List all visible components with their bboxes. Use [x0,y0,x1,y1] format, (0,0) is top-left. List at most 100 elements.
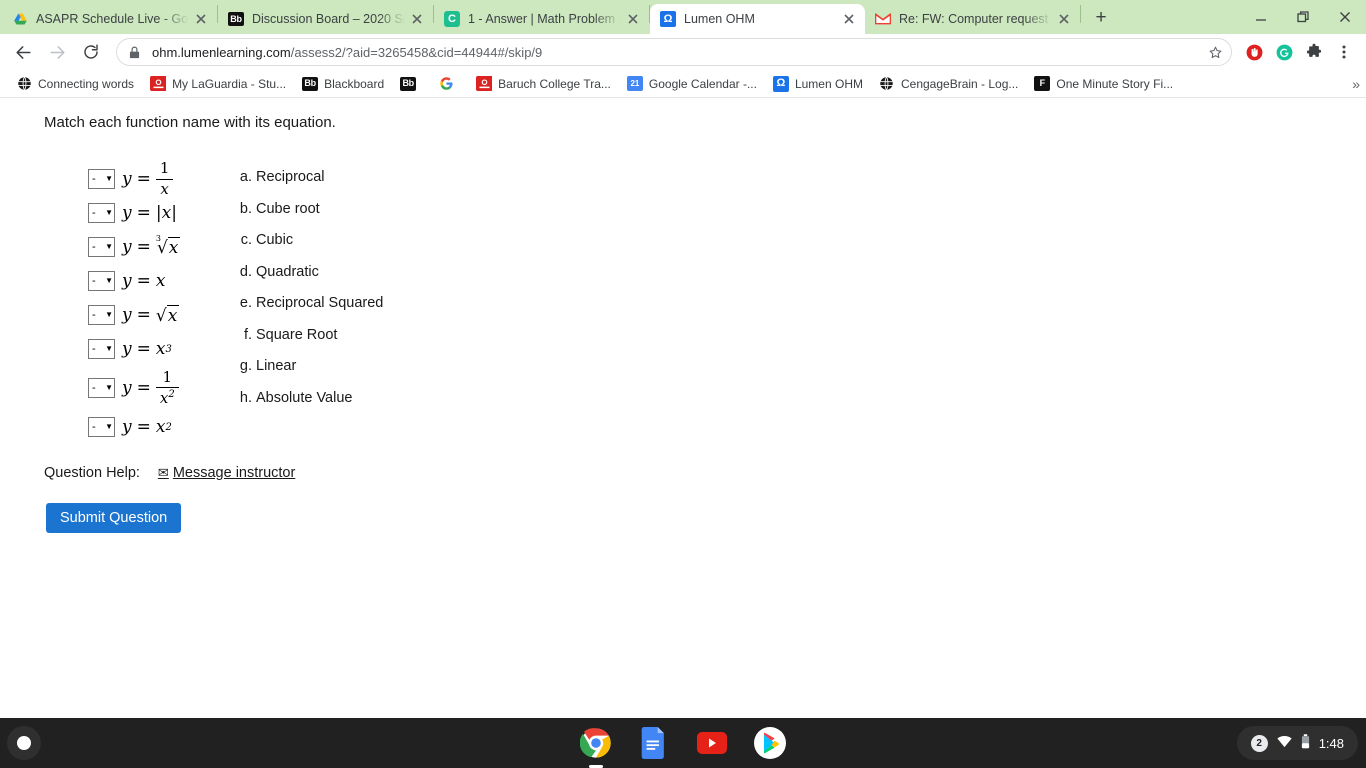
tab-title: Lumen OHM [684,12,755,26]
play-store-icon[interactable] [752,725,788,761]
laguardia-icon [150,76,167,91]
eq-lhs: y [122,237,132,257]
maximize-restore-icon[interactable] [1282,0,1324,34]
options-column: a. Reciprocal b. Cube root c. Cubic d. Q… [190,163,383,445]
chevron-down-icon: ▼ [105,276,113,285]
option-letter: f. [243,326,252,343]
extensions-puzzle-icon[interactable] [1300,38,1328,66]
submit-question-button[interactable]: Submit Question [46,503,182,533]
chevron-down-icon: ▼ [105,344,113,353]
close-icon[interactable] [1056,11,1072,27]
bookmark-google[interactable] [430,72,468,96]
bookmark-label: Connecting words [38,76,135,91]
close-icon[interactable] [193,11,209,27]
match-select-2[interactable]: - ▼ [88,237,115,257]
select-value: - [92,308,96,321]
equation-2: y = 3 √x [122,234,181,258]
bookmark-label: Blackboard [324,76,385,91]
message-instructor-label: Message instructor [172,465,296,481]
address-bar[interactable]: ohm.lumenlearning.com/assess2/?aid=32654… [116,38,1232,66]
chevron-down-icon: ▼ [105,174,113,183]
system-tray[interactable]: 2 1:48 [1236,726,1358,760]
chrome-menu-icon[interactable] [1330,38,1358,66]
match-select-5[interactable]: - ▼ [88,339,115,359]
blackboard-icon: Bb [228,12,244,26]
bookmarks-bar: Connecting words My LaGuardia - Stu... B… [0,70,1366,98]
option-h: h. Absolute Value [236,390,383,422]
launcher-dot [17,736,31,750]
bookmark-label: Lumen OHM [794,76,863,91]
match-row-5: - ▼ y = x3 [88,333,190,365]
close-icon[interactable] [841,11,857,27]
bookmark-cengagebrain[interactable]: CengageBrain - Log... [871,72,1026,96]
eq-op: = [136,203,151,223]
bookmark-blackboard-2[interactable]: Bb [392,72,430,96]
chromeos-shelf: 2 1:48 [0,718,1366,768]
star-icon[interactable] [1201,39,1229,65]
bookmark-connecting-words[interactable]: Connecting words [8,72,142,96]
chevron-down-icon: ▼ [105,242,113,251]
match-select-0[interactable]: - ▼ [88,169,115,189]
clock-time: 1:48 [1318,735,1344,751]
bookmark-google-calendar[interactable]: 21 Google Calendar -... [619,72,765,96]
eq-op: = [136,417,151,437]
adblock-icon[interactable] [1240,38,1268,66]
bookmark-label: Baruch College Tra... [498,76,611,91]
browser-tab-3-active[interactable]: Ω Lumen OHM [650,4,865,34]
browser-tab-4[interactable]: Re: FW: Computer request #233 [865,4,1080,34]
match-row-1: - ▼ y = | x | [88,197,190,229]
close-icon[interactable] [409,11,425,27]
minimize-icon[interactable] [1240,0,1282,34]
bookmarks-overflow-icon[interactable]: » [1352,76,1360,92]
match-row-0: - ▼ y = 1 x [88,159,190,197]
tab-title: Discussion Board – 2020 Spring [252,12,405,26]
equation-5: y = x3 [122,339,172,359]
match-select-1[interactable]: - ▼ [88,203,115,223]
grammarly-icon[interactable] [1270,38,1298,66]
match-select-3[interactable]: - ▼ [88,271,115,291]
reload-button[interactable] [76,37,106,67]
browser-tab-strip: ASAPR Schedule Live - Google D Bb Discus… [0,0,1366,34]
forward-button[interactable] [42,37,72,67]
message-instructor-link[interactable]: ✉ Message instructor [158,465,295,481]
eq-inner: x [167,237,181,258]
chevron-down-icon: ▼ [105,383,113,392]
match-select-7[interactable]: - ▼ [88,417,115,437]
url-domain: ohm.lumenlearning.com [152,44,291,60]
close-icon[interactable] [625,11,641,27]
bookmark-my-laguardia[interactable]: My LaGuardia - Stu... [142,72,294,96]
eq-radical: 3 √x [156,234,181,258]
select-value: - [92,381,96,394]
option-f: f. Square Root [236,327,383,359]
globe-icon [879,76,895,92]
browser-tab-0[interactable]: ASAPR Schedule Live - Google D [2,4,217,34]
browser-tab-1[interactable]: Bb Discussion Board – 2020 Spring [218,4,433,34]
eq-inner: x [161,203,172,223]
question-prompt: Match each function name with its equati… [44,114,336,131]
tab-separator [1080,5,1081,23]
new-tab-button[interactable]: + [1087,4,1115,32]
bookmark-lumen-ohm[interactable]: Ω Lumen OHM [765,72,871,96]
youtube-icon[interactable] [694,725,730,761]
eq-op: = [136,339,151,359]
google-docs-icon[interactable] [636,725,672,761]
back-button[interactable] [8,37,38,67]
close-window-icon[interactable] [1324,0,1366,34]
eq-op: = [136,237,151,257]
select-value: - [92,274,96,287]
match-select-4[interactable]: - ▼ [88,305,115,325]
eq-denominator: x2 [156,389,179,407]
bookmark-blackboard[interactable]: Bb Blackboard [294,72,392,96]
chrome-icon[interactable] [578,725,614,761]
browser-tab-2[interactable]: C 1 - Answer | Math Problem Solv [434,4,649,34]
eq-lhs: y [122,271,132,291]
equation-4: y = √x [122,304,180,326]
match-select-6[interactable]: - ▼ [88,378,115,398]
laguardia-icon [476,76,493,91]
launcher-circle-icon[interactable] [7,726,41,760]
bookmark-one-minute-story[interactable]: F One Minute Story Fi... [1026,72,1181,96]
option-label: Quadratic [256,263,319,280]
bookmark-baruch-college[interactable]: Baruch College Tra... [468,72,619,96]
eq-op: = [136,305,151,325]
eq-lhs: y [122,305,132,325]
